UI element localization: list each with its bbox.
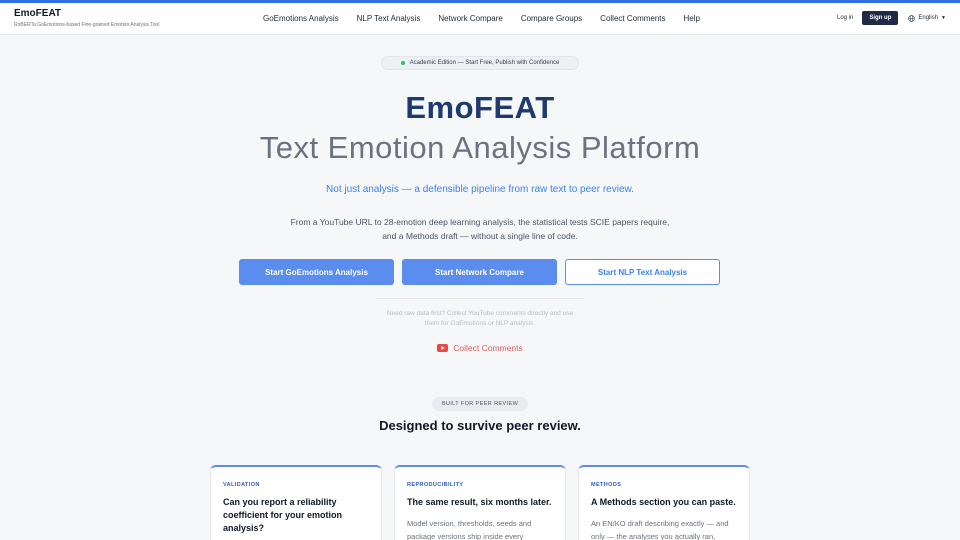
card-body: Model version, thresholds, seeds and pac…: [407, 519, 532, 540]
nav-help[interactable]: Help: [684, 14, 700, 23]
chevron-down-icon: ▼: [941, 15, 946, 21]
nav-compare-groups[interactable]: Compare Groups: [521, 14, 582, 23]
language-label: English: [918, 15, 939, 21]
section-title: Designed to survive peer review.: [379, 418, 581, 433]
nav-goemotions-analysis[interactable]: GoEmotions Analysis: [263, 14, 339, 23]
site-header: EmoFEAT RoBERTa GoEmotions-based Fine-gr…: [0, 3, 960, 35]
card-label: VALIDATION: [223, 482, 260, 488]
brand-subtitle: RoBERTa GoEmotions-based Fine-grained Em…: [14, 22, 160, 28]
nav-nlp-text-analysis[interactable]: NLP Text Analysis: [357, 14, 421, 23]
auth-controls: Log in Sign up English ▼: [837, 11, 946, 25]
validation-card: VALIDATION Can you report a reliability …: [210, 465, 382, 540]
card-label: REPRODUCIBILITY: [407, 482, 464, 488]
collect-hint: Need raw data first? Collect YouTube com…: [0, 309, 960, 329]
hero-tagline: Not just analysis — a defensible pipelin…: [326, 184, 634, 195]
reproducibility-card: REPRODUCIBILITY The same result, six mon…: [394, 465, 566, 540]
signup-button[interactable]: Sign up: [862, 11, 899, 25]
youtube-icon: [437, 344, 449, 352]
card-title: The same result, six months later.: [407, 497, 552, 507]
start-goemotions-button[interactable]: Start GoEmotions Analysis: [239, 259, 394, 285]
methods-card: METHODS A Methods section you can paste.…: [578, 465, 750, 540]
card-label: METHODS: [591, 482, 622, 488]
hero-description: From a YouTube URL to 28-emotion deep le…: [0, 215, 960, 243]
card-title: A Methods section you can paste.: [591, 497, 736, 507]
divider: [376, 298, 584, 299]
collect-comments-link[interactable]: Collect Comments: [0, 343, 960, 353]
hint-line-2: them for GoEmotions or NLP analysis.: [424, 320, 536, 327]
main-nav: GoEmotions Analysis NLP Text Analysis Ne…: [263, 3, 718, 34]
language-selector[interactable]: English ▼: [908, 14, 946, 22]
start-network-compare-button[interactable]: Start Network Compare: [402, 259, 557, 285]
nav-collect-comments[interactable]: Collect Comments: [600, 14, 665, 23]
hero-logo: EmoFEAT: [405, 90, 555, 125]
card-title: Can you report a reliability coefficient…: [223, 497, 343, 533]
peer-review-badge: BUILT FOR PEER REVIEW: [432, 397, 528, 411]
description-line-2: and a Methods draft — without a single l…: [382, 231, 578, 241]
brand[interactable]: EmoFEAT RoBERTa GoEmotions-based Fine-gr…: [14, 8, 159, 28]
status-dot-icon: [400, 61, 405, 65]
start-nlp-button[interactable]: Start NLP Text Analysis: [565, 259, 720, 285]
description-line-1: From a YouTube URL to 28-emotion deep le…: [290, 217, 670, 227]
badge-text: Academic Edition — Start Free, Publish w…: [409, 60, 560, 66]
login-link[interactable]: Log in: [837, 15, 853, 21]
globe-icon: [908, 14, 916, 22]
nav-network-compare[interactable]: Network Compare: [438, 14, 502, 23]
collect-comments-label: Collect Comments: [453, 343, 523, 353]
card-body: An EN/KO draft describing exactly — and …: [591, 519, 729, 540]
hint-line-1: Need raw data first? Collect YouTube com…: [386, 310, 574, 317]
academic-edition-badge: Academic Edition — Start Free, Publish w…: [381, 56, 579, 70]
brand-name: EmoFEAT: [14, 8, 62, 19]
page-title: Text Emotion Analysis Platform: [259, 130, 701, 165]
